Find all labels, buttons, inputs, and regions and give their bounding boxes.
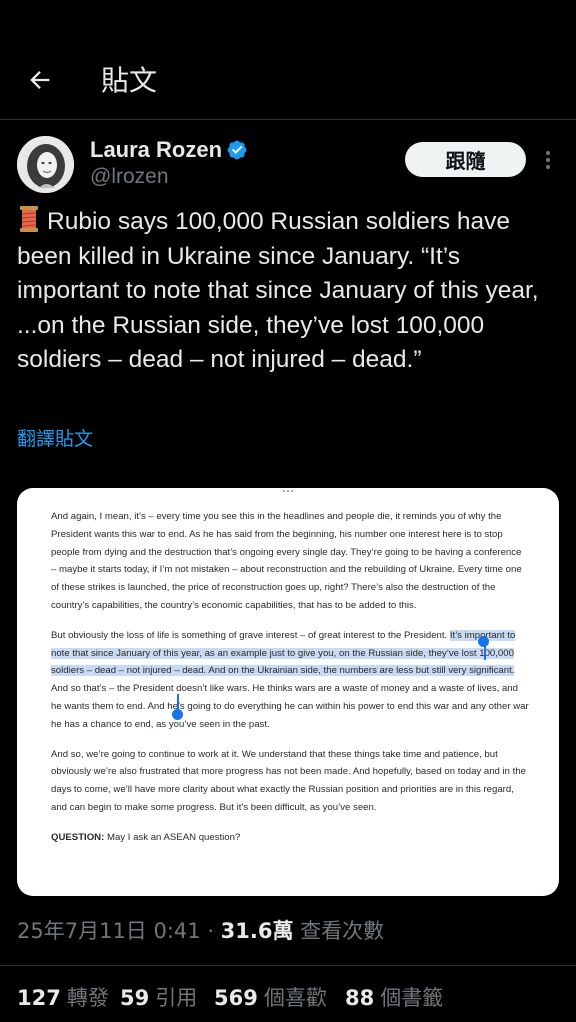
selection-start-handle[interactable] [478,636,489,647]
engagement-stats: 127 轉發 59 引用 569 個喜歡 88 個書籤 [0,965,576,1022]
more-options-icon[interactable] [538,148,558,172]
verified-badge-icon [227,140,247,160]
view-count: 31.6萬 [220,919,294,943]
follow-button[interactable]: 跟隨 [405,142,526,177]
drag-handle-icon [283,490,293,492]
reposts-stat[interactable]: 127 轉發 [17,982,109,1012]
views-label: 查看次數 [293,919,385,943]
doc-paragraph: But obviously the loss of life is someth… [51,629,529,730]
avatar[interactable] [17,136,74,193]
author-name[interactable]: Laura Rozen [90,136,222,164]
top-bar: 貼文 [0,0,576,120]
doc-question: QUESTION: May I ask an ASEAN question? [51,831,241,843]
likes-stat[interactable]: 569 個喜歡 [214,982,327,1012]
question-label: QUESTION: [51,831,105,843]
doc-paragraph: And again, I mean, it’s – every time you… [51,511,522,611]
selection-end-handle[interactable] [172,709,183,720]
translate-post-link[interactable]: 翻譯貼文 [17,424,93,451]
document-excerpt: And again, I mean, it’s – every time you… [51,508,529,859]
doc-paragraph: And so, we’re going to continue to work … [51,748,527,813]
timestamp[interactable]: 25年7月11日 0:41 [17,919,201,943]
tweet-body: Rubio says 100,000 Russian soldiers have… [17,205,562,378]
page-title: 貼文 [101,64,158,97]
tweet-text: Rubio says 100,000 Russian soldiers have… [17,208,539,373]
bookmarks-stat[interactable]: 88 個書籤 [345,982,443,1012]
thread-spool-icon [20,206,38,232]
quotes-stat[interactable]: 59 引用 [120,982,197,1012]
author-handle[interactable]: @lrozen [90,164,169,190]
back-button[interactable] [22,62,58,98]
tweet-meta: 25年7月11日 0:41 · 31.6萬 查看次數 [17,919,385,943]
arrow-left-icon [30,71,50,89]
tweet-image[interactable]: And again, I mean, it’s – every time you… [17,488,559,896]
